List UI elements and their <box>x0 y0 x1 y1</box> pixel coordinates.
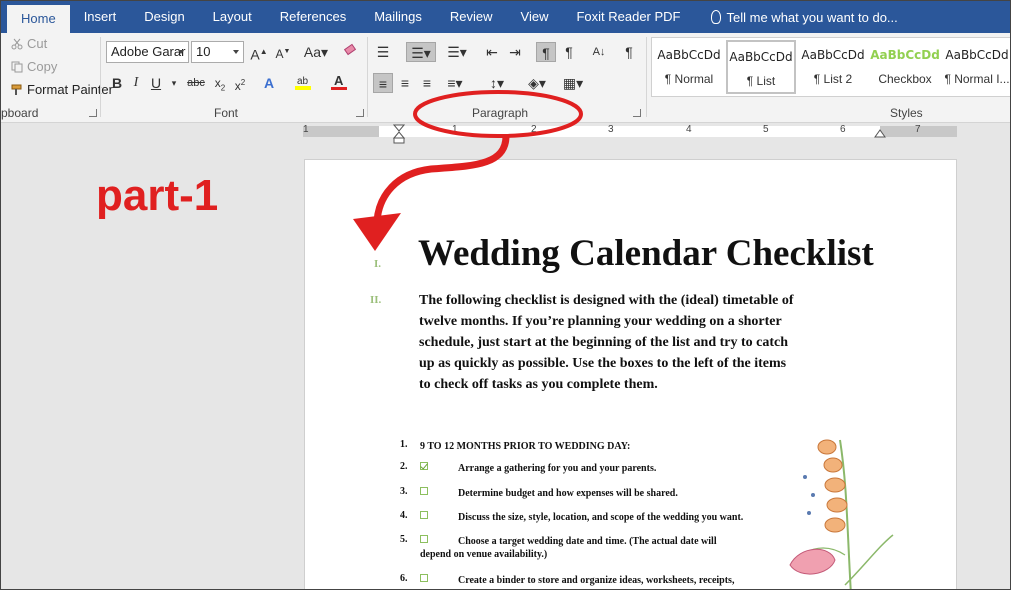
paragraph-circle-annotation <box>413 90 583 138</box>
word-window: Home Insert Design Layout References Mai… <box>0 0 1011 590</box>
annotation-arrow <box>373 135 510 222</box>
annotation-overlay <box>353 90 583 251</box>
arrowhead-icon <box>353 213 401 251</box>
